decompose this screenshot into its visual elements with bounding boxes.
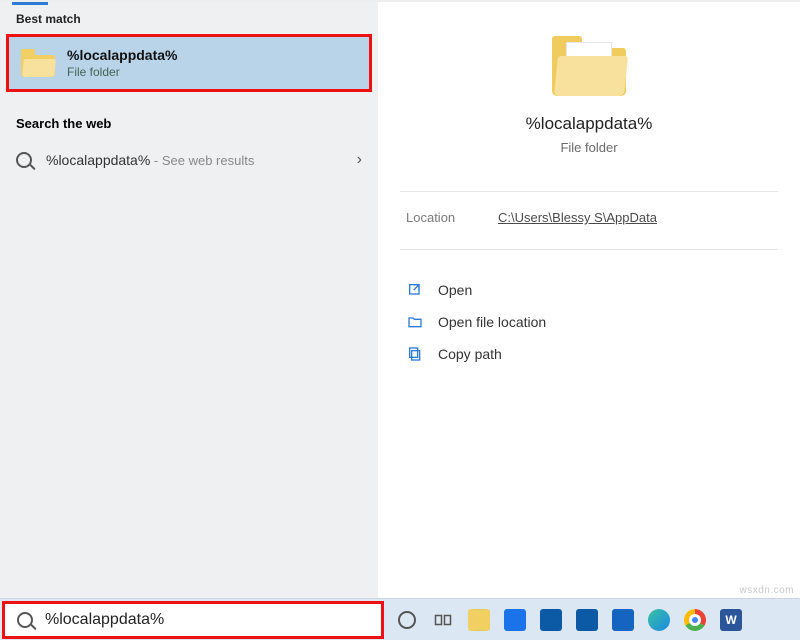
best-match-item[interactable]: %localappdata% File folder <box>6 34 372 92</box>
app-icon[interactable] <box>572 605 602 635</box>
task-view-icon[interactable] <box>428 605 458 635</box>
folder-icon <box>21 49 55 77</box>
chrome-icon[interactable] <box>680 605 710 635</box>
best-match-subtitle: File folder <box>67 65 177 79</box>
mail-icon[interactable] <box>500 605 530 635</box>
open-action[interactable]: Open <box>396 274 782 306</box>
word-icon[interactable]: W <box>716 605 746 635</box>
taskbar-search[interactable] <box>2 601 384 639</box>
search-web-header: Search the web <box>0 98 378 141</box>
store-icon[interactable] <box>536 605 566 635</box>
web-item-label: %localappdata% <box>46 152 150 168</box>
open-location-label: Open file location <box>438 314 546 330</box>
taskbar: W <box>0 598 800 640</box>
web-search-item[interactable]: %localappdata% - See web results › <box>0 141 378 179</box>
copy-icon <box>406 346 424 362</box>
copy-path-action[interactable]: Copy path <box>396 338 782 370</box>
web-item-suffix: - See web results <box>150 153 254 168</box>
best-match-title: %localappdata% <box>67 47 177 63</box>
copy-path-label: Copy path <box>438 346 502 362</box>
cortana-icon[interactable] <box>392 605 422 635</box>
open-icon <box>406 282 424 298</box>
chevron-right-icon: › <box>357 151 362 169</box>
file-explorer-icon[interactable] <box>464 605 494 635</box>
open-location-action[interactable]: Open file location <box>396 306 782 338</box>
watermark: wsxdn.com <box>739 585 794 596</box>
best-match-header: Best match <box>0 6 378 34</box>
open-label: Open <box>438 282 472 298</box>
search-icon <box>16 152 32 168</box>
location-label: Location <box>406 210 498 225</box>
preview-title: %localappdata% <box>378 114 800 134</box>
folder-icon <box>552 36 626 96</box>
preview-subtitle: File folder <box>378 140 800 155</box>
location-path[interactable]: C:\Users\Blessy S\AppData <box>498 210 657 225</box>
search-icon <box>17 612 33 628</box>
search-input[interactable] <box>45 611 369 629</box>
folder-open-icon <box>406 314 424 330</box>
edge-icon[interactable] <box>644 605 674 635</box>
app-icon-2[interactable] <box>608 605 638 635</box>
